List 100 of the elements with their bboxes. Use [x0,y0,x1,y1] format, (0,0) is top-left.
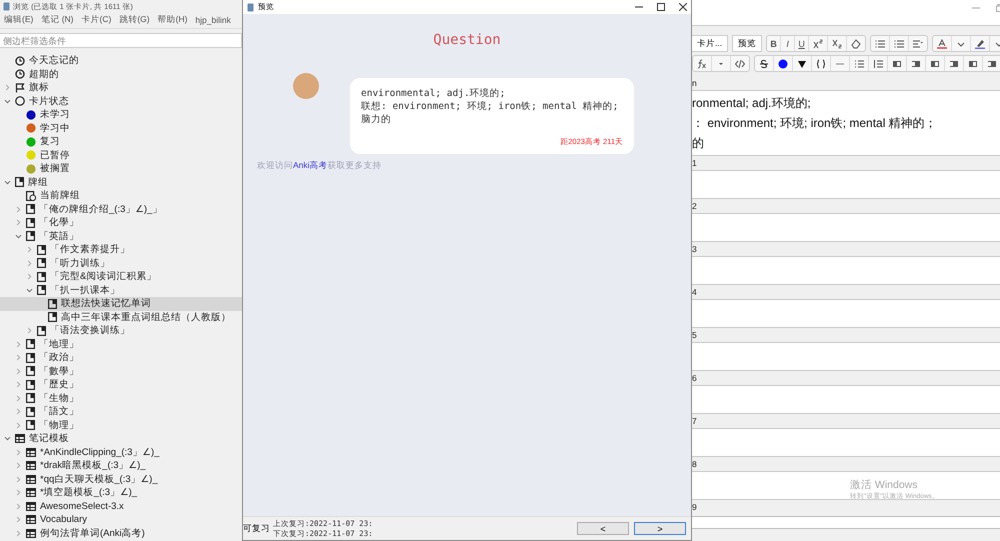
deck-icon [37,272,46,282]
field-input[interactable] [692,213,1000,242]
deck-icon [48,312,57,322]
field-input[interactable] [692,385,1000,414]
tree-item[interactable]: 学习中 [0,122,242,135]
menu-item[interactable]: 笔记 (N) [41,14,74,26]
card-heading: Question [432,32,502,48]
field-input[interactable] [692,342,1000,371]
tree-item[interactable]: 已暂停 [0,148,242,162]
tree-item[interactable]: 「语法变换训练」 [0,324,242,338]
field-label: 6 [692,372,698,385]
deck-icon [26,231,35,242]
tree-item[interactable]: 卡片状态 [0,94,242,108]
status-label: 可复习 [243,522,270,534]
field-label: 2 [692,200,698,213]
tree-item[interactable]: *drak暗黑模板_(:3」∠)_ [0,459,242,472]
menu-item[interactable]: 卡片(C) [82,14,112,26]
table-icon [26,461,36,470]
tree-item[interactable]: 「化學」 [0,216,242,230]
menu-item[interactable]: 编辑(E) [4,14,34,26]
tree-item[interactable]: *AnKindleClipping_(:3」∠)_ [0,446,242,459]
tree-item[interactable]: 超期的 [0,68,242,81]
tree-item[interactable]: 「語文」 [0,405,242,418]
field-input[interactable] [692,428,1000,457]
format-button[interactable]: B [767,36,782,51]
field-label: 7 [692,415,698,428]
chevron-icon[interactable] [26,286,33,294]
tree-item[interactable]: 「完型&阅读词汇积累」 [0,270,242,284]
promo-text: 欢迎访问Anki高考获取更多支持 [257,160,382,170]
app-icon [3,2,10,11]
field-input[interactable] [692,299,1000,328]
tree-item[interactable]: Vocabulary [0,513,242,526]
field-label: 9 [692,501,698,511]
chevron-icon[interactable] [15,232,22,240]
toolbar-button[interactable]: 预览 [732,35,762,52]
tree-item[interactable]: 「听力训练」 [0,256,242,270]
deck-icon [15,177,24,188]
tree-item[interactable]: 被搁置 [0,162,242,176]
deck-clock-icon [26,190,36,201]
tree-item[interactable]: 「生物」 [0,392,242,405]
field-input[interactable] [692,256,1000,285]
chevron-icon[interactable] [4,435,11,442]
tree-item[interactable]: 「政治」 [0,351,242,364]
deck-icon [26,352,35,363]
tag-field[interactable] [692,516,1000,529]
tree-item[interactable]: 「扒一扒课本」 [0,284,242,297]
tree-item[interactable]: 联想法快速记忆单词 [0,297,242,310]
menu-item[interactable]: 帮助(H) [158,14,188,26]
table-icon [26,448,36,457]
previous-button[interactable]: < [577,522,629,535]
deck-icon [48,298,57,309]
chevron-icon[interactable] [4,178,11,186]
activation-notice: 激活 Windows [850,478,919,492]
deck-icon [26,366,35,376]
toolbar-button[interactable]: 卡片... [692,35,728,52]
next-button[interactable]: > [634,522,686,535]
close-icon [679,3,687,11]
chevron-icon[interactable] [4,98,11,105]
tree-item[interactable]: 「作文素养提升」 [0,243,242,256]
field-input[interactable]: ronmental; adj.环境的; ： environment; 环境; iron铁; mental 精神的； 的 [692,90,1000,156]
format-button[interactable]: U [795,36,810,51]
table-icon [26,474,36,484]
table-icon [26,502,36,511]
menu-item[interactable]: hjp_bilink [195,15,231,25]
tree-item[interactable]: 笔记模板 [0,432,242,446]
tree-item[interactable]: *填空题模板_(:3」∠)_ [0,486,242,500]
field-input[interactable] [692,471,1000,500]
field-input[interactable] [692,170,1000,199]
tree-item[interactable]: AwesomeSelect-3.x [0,500,242,513]
field-text: ronmental; adj.环境的; [692,95,812,112]
tree-item[interactable]: 「數學」 [0,364,242,378]
tree-item[interactable]: 未学习 [0,108,242,122]
tree-item[interactable]: 当前牌组 [0,189,242,202]
tree-item[interactable]: 例句法背单词(Anki高考) [0,526,242,540]
promo-link[interactable]: Anki高考 [293,160,328,170]
filter-field[interactable]: 侧边栏筛选条件 [0,33,242,48]
flag-icon [15,82,25,93]
card-text: 联想: environment; 环境; iron铁; mental 精神的; 脑力的 [361,100,620,126]
clock-icon [15,56,25,66]
tree-item[interactable]: 今天忘记的 [0,54,242,68]
tree-item[interactable]: 牌组 [0,176,242,189]
tree-item[interactable]: *qq白天聊天模板_(:3」∠)_ [0,472,242,486]
avatar [293,73,319,99]
tree-item[interactable]: 「地理」 [0,338,242,351]
tree-item[interactable]: 旗标 [0,81,242,94]
tree-item[interactable]: 「歷史」 [0,378,242,392]
deck-icon [37,285,46,296]
deck-icon [26,204,35,214]
tree-item[interactable]: 「英語」 [0,230,242,243]
deck-icon [26,393,35,404]
tree-item[interactable]: 复习 [0,135,242,148]
clock-icon [15,69,25,80]
circle-icon [15,96,25,106]
menu-item[interactable]: 跳转(G) [119,14,150,26]
tree-item[interactable]: 「物理」 [0,418,242,432]
deck-icon [26,380,35,390]
table-icon [26,488,36,498]
format-button[interactable]: I [781,36,796,51]
tree-item[interactable]: 高中三年课本重点词组总结（人教版） [0,310,242,324]
tree-item[interactable]: 「俺の牌组介绍_(:3」∠)_」 [0,202,242,216]
